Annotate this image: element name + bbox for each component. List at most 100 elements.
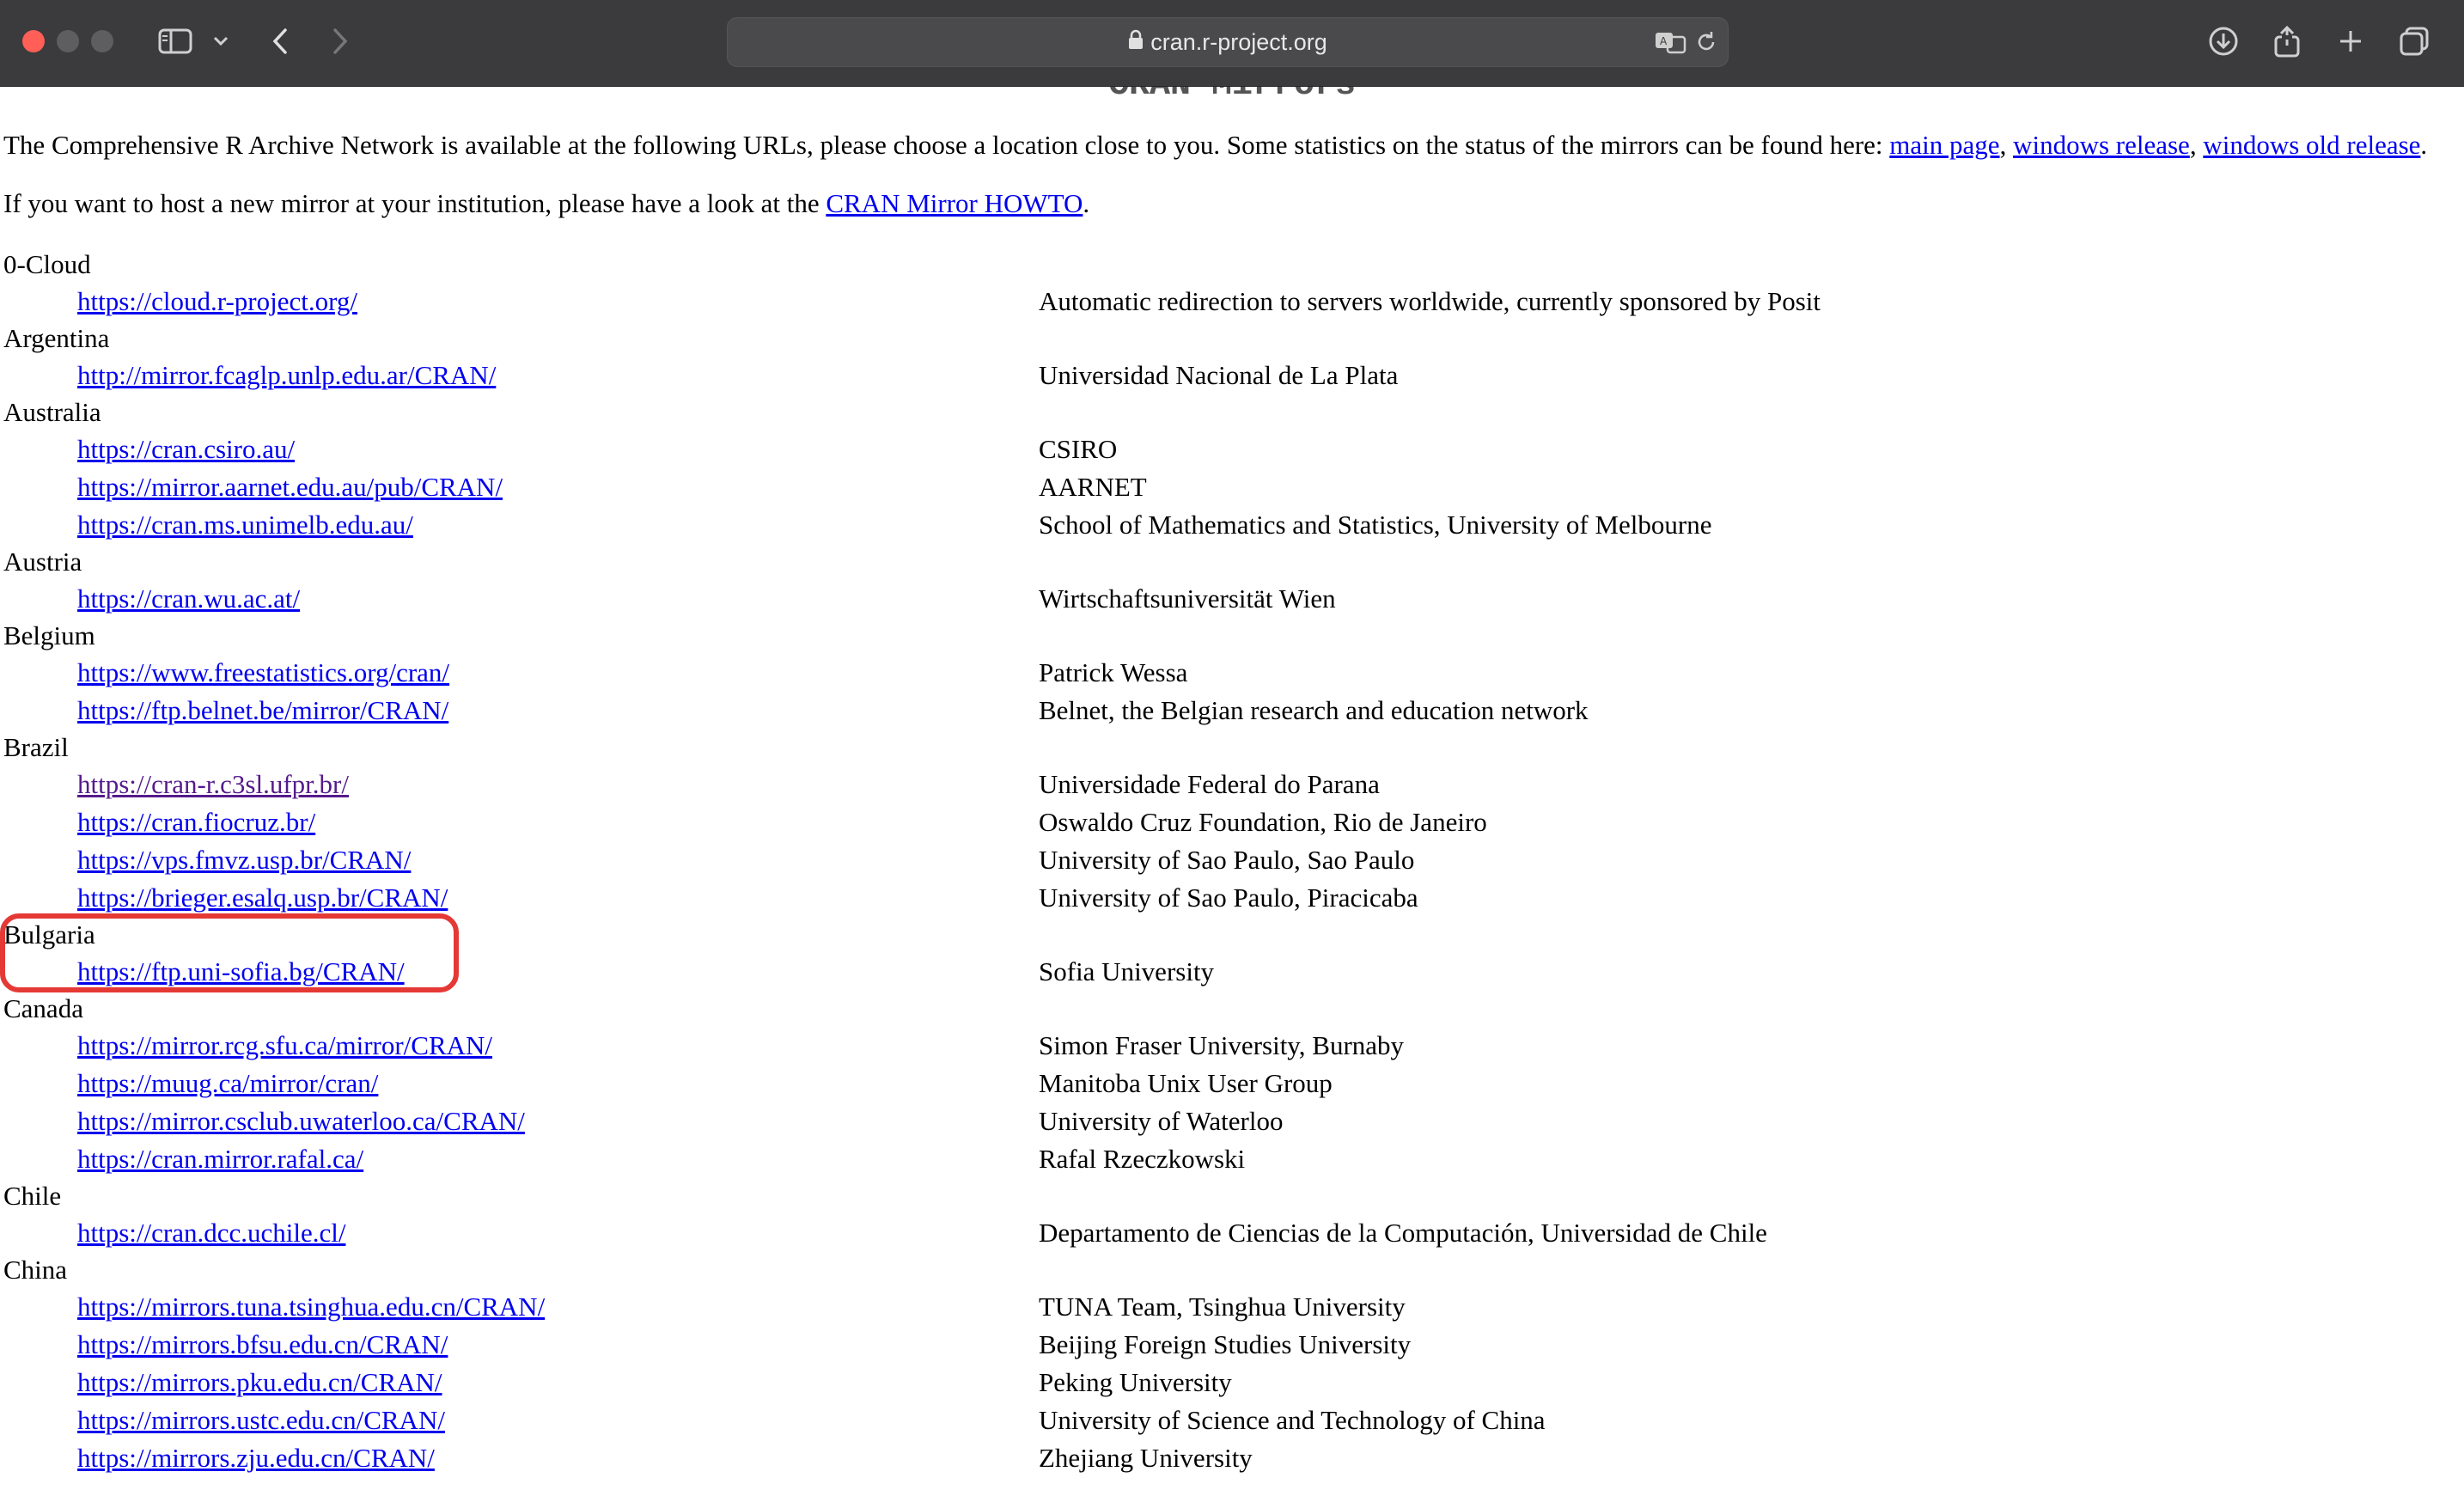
translate-icon[interactable]: A (1652, 23, 1690, 61)
separator: , (1999, 130, 2014, 160)
mirror-url-link[interactable]: https://cran-r.c3sl.ufpr.br/ (77, 766, 349, 803)
cran-mirror-howto-link[interactable]: CRAN Mirror HOWTO (826, 188, 1083, 218)
mirror-url-link[interactable]: https://cran.fiocruz.br/ (77, 803, 315, 841)
mirror-url-link[interactable]: https://ftp.belnet.be/mirror/CRAN/ (77, 692, 448, 730)
mirror-host-name: Simon Fraser University, Burnaby (1039, 1030, 1405, 1060)
country-heading: Belgium (3, 620, 95, 650)
mirror-url-link[interactable]: https://mirrors.pku.edu.cn/CRAN/ (77, 1364, 442, 1401)
country-heading: Brazil (3, 732, 69, 762)
mirror-host-name: Automatic redirection to servers worldwi… (1039, 286, 1821, 316)
mirror-row: https://cloud.r-project.org/Automatic re… (3, 283, 2443, 321)
mirror-row: https://mirror.csclub.uwaterloo.ca/CRAN/… (3, 1102, 2443, 1140)
period: . (2420, 130, 2428, 160)
mirror-url-link[interactable]: https://mirror.csclub.uwaterloo.ca/CRAN/ (77, 1102, 525, 1140)
mirror-row: https://mirrors.ustc.edu.cn/CRAN/Univers… (3, 1401, 2443, 1439)
mirror-url-link[interactable]: http://mirror.fcaglp.unlp.edu.ar/CRAN/ (77, 357, 496, 394)
main-page-link[interactable]: main page (1889, 130, 1999, 160)
reload-icon[interactable] (1692, 23, 1721, 61)
country-heading: China (3, 1255, 68, 1285)
svg-text:A: A (1660, 35, 1668, 47)
minimize-window-button[interactable] (57, 30, 79, 52)
share-icon[interactable] (2270, 22, 2304, 60)
sidebar-icon[interactable] (156, 22, 194, 60)
intro-text: The Comprehensive R Archive Network is a… (3, 130, 1890, 160)
mirror-row: https://brieger.esalq.usp.br/CRAN/Univer… (3, 879, 2443, 917)
country-heading: Argentina (3, 323, 110, 353)
tabs-overview-icon[interactable] (2397, 22, 2431, 60)
mirror-row: https://cran.mirror.rafal.ca/Rafal Rzecz… (3, 1140, 2443, 1178)
page-content: The Comprehensive R Archive Network is a… (0, 130, 2443, 1477)
country-heading: Canada (3, 993, 83, 1023)
mirror-row: https://ftp.belnet.be/mirror/CRAN/Belnet… (3, 692, 2443, 730)
mirror-host-name: TUNA Team, Tsinghua University (1039, 1292, 1406, 1322)
mirror-host-name: School of Mathematics and Statistics, Un… (1039, 510, 1712, 540)
mirror-host-name: University of Science and Technology of … (1039, 1405, 1546, 1435)
address-bar[interactable]: cran.r-project.org A (727, 17, 1729, 67)
plus-icon[interactable] (2333, 22, 2368, 60)
mirror-url-link[interactable]: https://cloud.r-project.org/ (77, 283, 357, 321)
mirror-row: https://cran.csiro.au/CSIRO (3, 431, 2443, 468)
mirror-url-link[interactable]: https://cran.mirror.rafal.ca/ (77, 1140, 363, 1178)
mirror-url-link[interactable]: https://mirrors.tuna.tsinghua.edu.cn/CRA… (77, 1288, 545, 1326)
mirror-row: https://muug.ca/mirror/cran/Manitoba Uni… (3, 1065, 2443, 1102)
chevron-down-icon[interactable] (210, 22, 232, 60)
windows-old-release-link[interactable]: windows old release (2203, 130, 2420, 160)
mirror-row: http://mirror.fcaglp.unlp.edu.ar/CRAN/Un… (3, 357, 2443, 394)
mirror-row: https://cran-r.c3sl.ufpr.br/Universidade… (3, 766, 2443, 803)
mirror-host-name: Wirtschaftsuniversität Wien (1039, 583, 1336, 614)
mirror-host-name: Sofia University (1039, 956, 1215, 986)
mirror-url-link[interactable]: https://muug.ca/mirror/cran/ (77, 1065, 378, 1102)
mirror-url-link[interactable]: https://cran.wu.ac.at/ (77, 580, 300, 618)
download-icon[interactable] (2206, 22, 2241, 60)
mirror-url-link[interactable]: https://cran.dcc.uchile.cl/ (77, 1214, 345, 1252)
mirror-row: https://mirror.rcg.sfu.ca/mirror/CRAN/Si… (3, 1027, 2443, 1065)
mirror-host-name: Universidade Federal do Parana (1039, 769, 1380, 799)
close-window-button[interactable] (22, 30, 45, 52)
mirror-row: https://mirrors.bfsu.edu.cn/CRAN/Beijing… (3, 1326, 2443, 1364)
mirror-row: https://mirrors.zju.edu.cn/CRAN/Zhejiang… (3, 1439, 2443, 1477)
mirror-url-link[interactable]: https://cran.ms.unimelb.edu.au/ (77, 506, 413, 544)
mirror-url-link[interactable]: https://cran.csiro.au/ (77, 431, 295, 468)
mirror-url-link[interactable]: https://mirror.aarnet.edu.au/pub/CRAN/ (77, 468, 503, 506)
country-heading: Chile (3, 1181, 62, 1211)
separator: , (2189, 130, 2204, 160)
mirror-row: https://cran.wu.ac.at/Wirtschaftsunivers… (3, 580, 2443, 618)
mirror-row: https://cran.ms.unimelb.edu.au/School of… (3, 506, 2443, 544)
host-paragraph: If you want to host a new mirror at your… (3, 188, 2443, 219)
mirror-url-link[interactable]: https://mirrors.ustc.edu.cn/CRAN/ (77, 1401, 445, 1439)
mirror-host-name: University of Waterloo (1039, 1106, 1284, 1136)
mirror-host-name: Beijing Foreign Studies University (1039, 1329, 1412, 1359)
mirror-url-link[interactable]: https://mirrors.bfsu.edu.cn/CRAN/ (77, 1326, 448, 1364)
mirror-url-link[interactable]: https://mirrors.zju.edu.cn/CRAN/ (77, 1439, 435, 1477)
mirror-url-link[interactable]: https://mirror.rcg.sfu.ca/mirror/CRAN/ (77, 1027, 492, 1065)
mirror-host-name: AARNET (1039, 472, 1147, 502)
country-heading: Australia (3, 397, 101, 427)
windows-release-link[interactable]: windows release (2013, 130, 2190, 160)
web-page: CRAN Mirrors The Comprehensive R Archive… (0, 87, 2464, 1490)
mirror-url-link[interactable]: https://brieger.esalq.usp.br/CRAN/ (77, 879, 448, 917)
mirror-host-name: Oswaldo Cruz Foundation, Rio de Janeiro (1039, 807, 1487, 837)
page-title: CRAN Mirrors (0, 87, 2464, 105)
mirror-row: https://vps.fmvz.usp.br/CRAN/University … (3, 841, 2443, 879)
mirror-host-name: University of Sao Paulo, Piracicaba (1039, 882, 1418, 913)
mirror-host-name: Belnet, the Belgian research and educati… (1039, 695, 1589, 725)
mirror-row: https://cran.fiocruz.br/Oswaldo Cruz Fou… (3, 803, 2443, 841)
mirror-url-link[interactable]: https://vps.fmvz.usp.br/CRAN/ (77, 841, 411, 879)
mirror-url-link[interactable]: https://www.freestatistics.org/cran/ (77, 654, 449, 692)
host-text: If you want to host a new mirror at your… (3, 188, 826, 218)
country-heading: Bulgaria (3, 919, 95, 950)
back-icon[interactable] (266, 22, 294, 60)
forward-icon[interactable] (326, 22, 354, 60)
mirror-host-name: Peking University (1039, 1367, 1232, 1397)
period: . (1083, 188, 1090, 218)
mirror-row: https://cran.dcc.uchile.cl/Departamento … (3, 1214, 2443, 1252)
mirror-host-name: Rafal Rzeczkowski (1039, 1144, 1246, 1174)
browser-toolbar: cran.r-project.org A (0, 0, 2464, 87)
mirror-row: https://www.freestatistics.org/cran/Patr… (3, 654, 2443, 692)
maximize-window-button[interactable] (91, 30, 113, 52)
mirror-row: https://mirrors.tuna.tsinghua.edu.cn/CRA… (3, 1288, 2443, 1326)
mirror-host-name: CSIRO (1039, 434, 1118, 464)
mirror-list: 0-Cloud https://cloud.r-project.org/Autom… (0, 247, 2443, 1477)
lock-icon (1128, 18, 1144, 66)
mirror-url-link[interactable]: https://ftp.uni-sofia.bg/CRAN/ (77, 953, 405, 991)
